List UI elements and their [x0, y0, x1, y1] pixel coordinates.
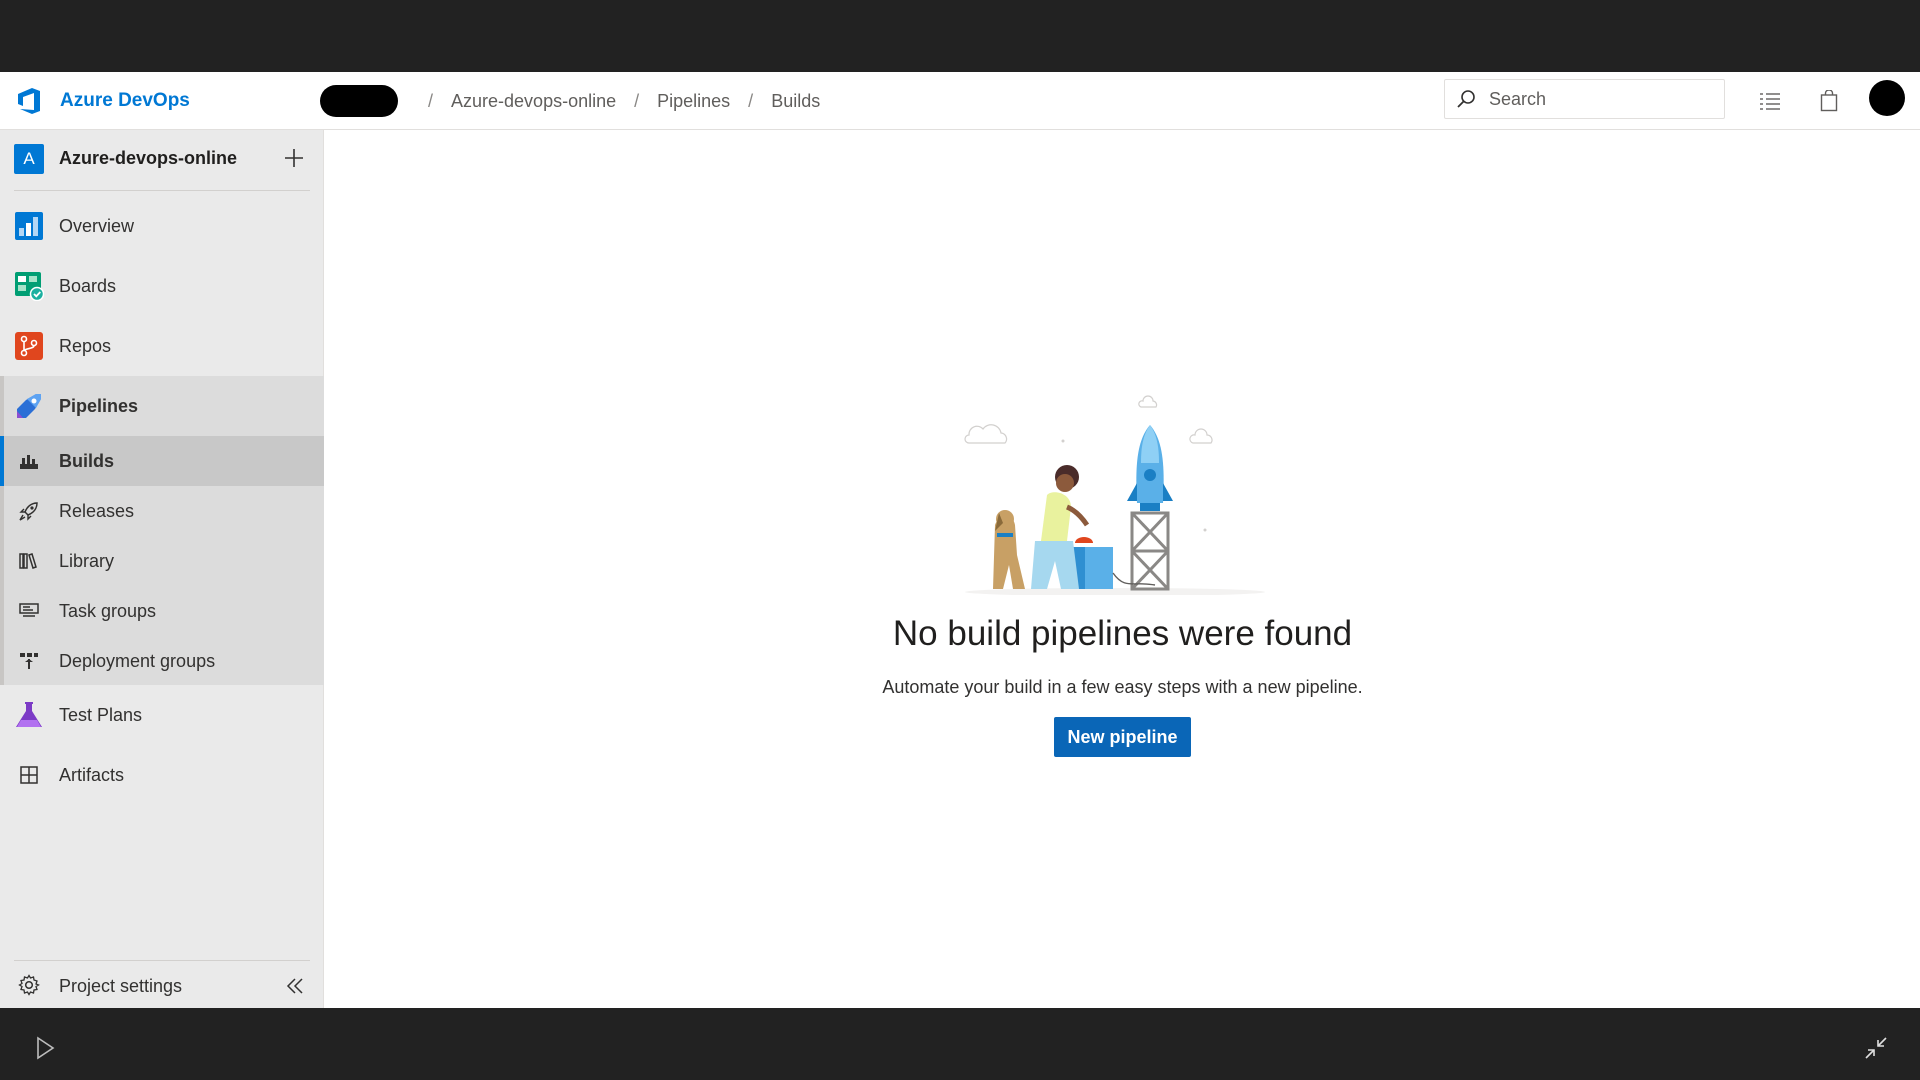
play-icon[interactable]: [35, 1036, 55, 1060]
sidebar-item-label: Overview: [59, 215, 135, 236]
pipelines-icon: [17, 394, 41, 418]
sidebar-item-library[interactable]: Library: [0, 536, 324, 586]
rocket-icon: [19, 502, 38, 521]
breadcrumb-project[interactable]: Azure-devops-online: [451, 91, 616, 112]
sidebar-item-repos[interactable]: Repos: [0, 316, 324, 376]
left-sidebar: A Azure-devops-online Overview Boards Re…: [0, 130, 324, 1008]
sidebar-item-label: Releases: [59, 500, 135, 521]
sidebar-item-deployment-groups[interactable]: Deployment groups: [0, 636, 324, 686]
empty-state-illustration: [964, 395, 1265, 595]
empty-state-title: No build pipelines were found: [892, 614, 1353, 653]
sidebar-item-label: Test Plans: [59, 704, 143, 725]
sidebar-item-label: Repos: [59, 335, 112, 356]
flask-icon: [16, 702, 42, 727]
sidebar-item-builds[interactable]: Builds: [0, 436, 324, 486]
sidebar-item-label: Pipelines: [59, 395, 139, 416]
deployment-groups-icon: [20, 653, 38, 669]
organization-pill[interactable]: [320, 85, 398, 117]
top-letterbox: [0, 0, 1920, 72]
sidebar-item-label: Builds: [59, 450, 115, 471]
repos-icon: [15, 332, 43, 360]
shopping-bag-icon[interactable]: [1816, 88, 1842, 114]
project-header[interactable]: A Azure-devops-online: [0, 130, 324, 190]
new-pipeline-button[interactable]: New pipeline: [1054, 717, 1191, 757]
artifacts-icon: [20, 766, 38, 784]
project-settings-label: Project settings: [59, 976, 183, 996]
main-content: No build pipelines were found Automate y…: [325, 130, 1920, 1008]
sidebar-item-label: Library: [59, 550, 115, 571]
search-box[interactable]: [1444, 79, 1725, 119]
breadcrumb: / Azure-devops-online / Pipelines / Buil…: [320, 84, 820, 118]
collapse-sidebar-icon[interactable]: [284, 975, 306, 997]
pipelines-group: Pipelines Builds Releases Library Task g…: [0, 376, 324, 685]
sidebar-item-label: Boards: [59, 275, 117, 296]
overview-icon: [15, 212, 43, 240]
search-input[interactable]: [1489, 88, 1709, 110]
breadcrumb-separator: /: [428, 90, 434, 111]
breadcrumb-separator: /: [748, 90, 754, 111]
divider: [14, 190, 310, 191]
project-settings-link[interactable]: Project settings: [0, 965, 324, 1005]
azure-devops-app: Azure DevOps / Azure-devops-online / Pip…: [0, 72, 1920, 1008]
breadcrumb-builds[interactable]: Builds: [771, 91, 820, 112]
library-icon: [19, 553, 37, 569]
breadcrumb-separator: /: [634, 90, 640, 111]
project-name[interactable]: Azure-devops-online: [59, 148, 237, 169]
builds-icon: [20, 455, 38, 469]
sidebar-item-releases[interactable]: Releases: [0, 486, 324, 536]
sidebar-item-test-plans[interactable]: Test Plans: [0, 685, 324, 745]
sidebar-item-label: Task groups: [59, 600, 157, 621]
task-list-icon[interactable]: [1757, 88, 1783, 114]
sidebar-item-pipelines[interactable]: Pipelines: [0, 376, 324, 436]
empty-state-subtitle: Automate your build in a few easy steps …: [882, 677, 1363, 697]
brand-link[interactable]: Azure DevOps: [14, 84, 190, 118]
sidebar-item-overview[interactable]: Overview: [0, 196, 324, 256]
exit-fullscreen-icon[interactable]: [1862, 1034, 1890, 1062]
azure-devops-logo-icon: [18, 88, 40, 114]
sidebar-item-label: Artifacts: [59, 764, 125, 785]
divider: [14, 960, 310, 961]
boards-icon: [15, 272, 44, 301]
bottom-letterbox: [0, 1008, 1920, 1080]
sidebar-item-label: Deployment groups: [59, 650, 216, 671]
user-avatar[interactable]: [1869, 80, 1905, 116]
brand-name: Azure DevOps: [60, 90, 190, 111]
selected-indicator: [0, 436, 4, 486]
project-avatar: A: [14, 144, 44, 174]
breadcrumb-pipelines[interactable]: Pipelines: [657, 91, 730, 112]
task-groups-icon: [19, 603, 39, 617]
sidebar-item-task-groups[interactable]: Task groups: [0, 586, 324, 636]
add-icon[interactable]: [282, 146, 306, 170]
sidebar-item-boards[interactable]: Boards: [0, 256, 324, 316]
top-header: Azure DevOps / Azure-devops-online / Pip…: [0, 72, 1920, 130]
gear-icon: [18, 974, 40, 996]
sidebar-item-artifacts[interactable]: Artifacts: [0, 745, 324, 805]
search-icon: [1457, 90, 1475, 108]
